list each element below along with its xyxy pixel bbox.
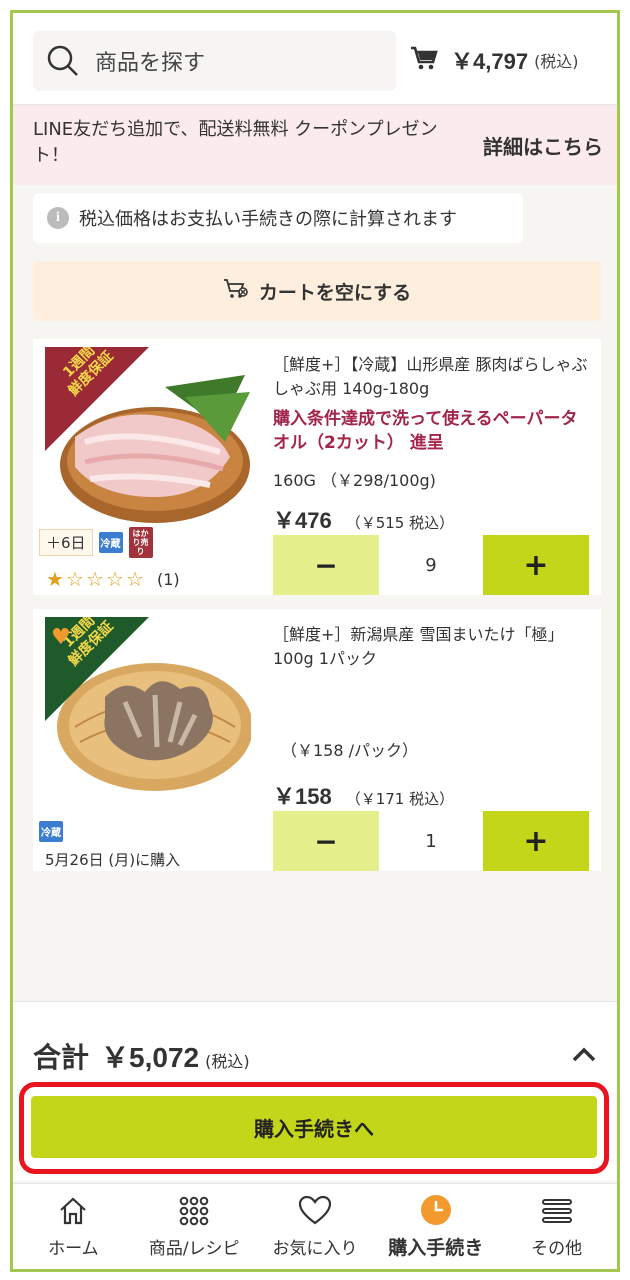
nav-more[interactable]: その他 — [496, 1184, 617, 1269]
nav-checkout-label: 購入手続き — [388, 1237, 484, 1259]
banner-message: LINE友だち追加で、配送料無料 クーポンプレゼント！ — [33, 119, 438, 166]
price-with-tax: （￥171 税込） — [345, 790, 455, 808]
purchase-date: 5月26日 (月)に購入 — [45, 851, 181, 869]
banner-details-link[interactable]: 詳細はこちら — [483, 131, 603, 160]
product-weight: 160G （￥298/100g) — [273, 471, 436, 490]
product-title[interactable]: ［鮮度+］新潟県産 雪国まいたけ「極」100g 1パック — [273, 623, 593, 671]
product-price: ￥158 （￥171 税込） — [273, 779, 454, 811]
total-tax: (税込) — [205, 1052, 250, 1071]
nav-more-label: その他 — [531, 1239, 583, 1259]
search-input[interactable]: 商品を探す — [33, 31, 396, 91]
quantity-stepper: − 9 + — [273, 535, 589, 595]
nav-products-label: 商品/レシピ — [148, 1239, 240, 1259]
star-icon-empty: ☆ — [126, 567, 144, 591]
tax-note-text: 税込価格はお支払い手続きの際に計算されます — [79, 209, 457, 230]
clock-icon — [418, 1193, 454, 1227]
heart-icon — [297, 1194, 333, 1228]
cart-total: ￥4,797 — [451, 49, 529, 74]
bottom-nav: ホーム 商品/レシピ お気に入り 購入手続き その他 — [13, 1183, 617, 1269]
cart-icon — [409, 43, 439, 77]
nav-checkout[interactable]: 購入手続き — [375, 1184, 496, 1269]
nav-favorites-label: お気に入り — [272, 1239, 358, 1259]
weight-sale-tag: はかり売り — [128, 527, 153, 558]
refrigerated-tag: 冷蔵 — [39, 821, 63, 842]
nav-home-label: ホーム — [48, 1239, 99, 1259]
empty-cart-button[interactable]: カートを空にする — [33, 261, 601, 321]
product-title[interactable]: ［鮮度+］【冷蔵】山形県産 豚肉ばらしゃぶしゃぶ用 140g-180g — [273, 353, 593, 401]
empty-cart-label: カートを空にする — [258, 281, 412, 304]
menu-icon — [539, 1194, 575, 1228]
grid-icon — [176, 1194, 212, 1228]
chevron-up-icon[interactable] — [569, 1040, 599, 1070]
total-value: ￥5,072 — [101, 1042, 200, 1073]
nav-products[interactable]: 商品/レシピ — [134, 1184, 255, 1269]
star-icon-empty: ☆ — [86, 567, 104, 591]
review-count: (1) — [157, 569, 180, 589]
search-placeholder: 商品を探す — [95, 51, 206, 76]
star-icon-filled: ★ — [46, 567, 64, 591]
decrease-button[interactable]: − — [273, 811, 379, 871]
header: 商品を探す ￥4,797 (税込) — [13, 13, 617, 105]
info-icon: i — [47, 207, 69, 229]
quantity-value: 9 — [425, 554, 437, 576]
nav-favorites[interactable]: お気に入り — [255, 1184, 376, 1269]
app-frame: 商品を探す ￥4,797 (税込) LINE友だち追加で、配送料無料 クーポンプ… — [10, 10, 620, 1272]
unit-price: （￥158 /パック） — [281, 741, 419, 760]
favorite-heart-icon[interactable]: ♥ — [51, 625, 71, 650]
increase-button[interactable]: + — [483, 535, 589, 595]
star-icon-empty: ☆ — [66, 567, 84, 591]
total-label: 合計 — [33, 1041, 90, 1074]
quantity-value: 1 — [425, 830, 437, 852]
cart-clear-icon — [223, 277, 249, 305]
search-icon — [45, 43, 81, 79]
home-icon — [55, 1194, 91, 1228]
checkout-button[interactable]: 購入手続きへ — [31, 1096, 597, 1158]
cart-item: 1週間 鮮度保証 ＋6日 冷蔵 はかり売り ★ ☆ ☆ ☆ ☆ (1) ［鮮度+… — [33, 339, 601, 595]
cart-item: 1週間 鮮度保証 ♥ 冷蔵 5月26日 (月)に購入 ［鮮度+］新潟県産 雪国ま… — [33, 609, 601, 871]
product-promo: 購入条件達成で洗って使えるペーパータオル（2カット） 進呈 — [273, 409, 578, 453]
decrease-button[interactable]: − — [273, 535, 379, 595]
nav-home[interactable]: ホーム — [13, 1184, 134, 1269]
order-total: 合計 ￥5,072 (税込) — [33, 1036, 250, 1076]
quantity-stepper: − 1 + — [273, 811, 589, 871]
price-value: ￥158 — [273, 784, 332, 809]
product-image-pork[interactable]: 1週間 鮮度保証 — [45, 347, 251, 527]
refrigerated-tag: 冷蔵 — [98, 532, 123, 553]
extra-days-tag: ＋6日 — [39, 529, 93, 556]
product-price: ￥476 （￥515 税込） — [273, 503, 454, 535]
product-image-maitake[interactable]: 1週間 鮮度保証 ♥ — [45, 617, 251, 797]
cart-tax-label: (税込) — [534, 52, 579, 71]
increase-button[interactable]: + — [483, 811, 589, 871]
price-value: ￥476 — [273, 508, 332, 533]
price-with-tax: （￥515 税込） — [345, 514, 455, 532]
rating-stars[interactable]: ★ ☆ ☆ ☆ ☆ (1) — [45, 567, 180, 591]
cart-summary[interactable]: ￥4,797 (税込) — [409, 43, 579, 77]
product-tags: 冷蔵 — [39, 821, 63, 842]
checkout-footer: 合計 ￥5,072 (税込) 購入手続きへ — [13, 1001, 617, 1181]
tax-note: i 税込価格はお支払い手続きの際に計算されます — [33, 193, 523, 243]
product-tags: ＋6日 冷蔵 はかり売り — [39, 527, 153, 558]
promo-banner: LINE友だち追加で、配送料無料 クーポンプレゼント！ 詳細はこちら — [13, 105, 617, 185]
star-icon-empty: ☆ — [106, 567, 124, 591]
